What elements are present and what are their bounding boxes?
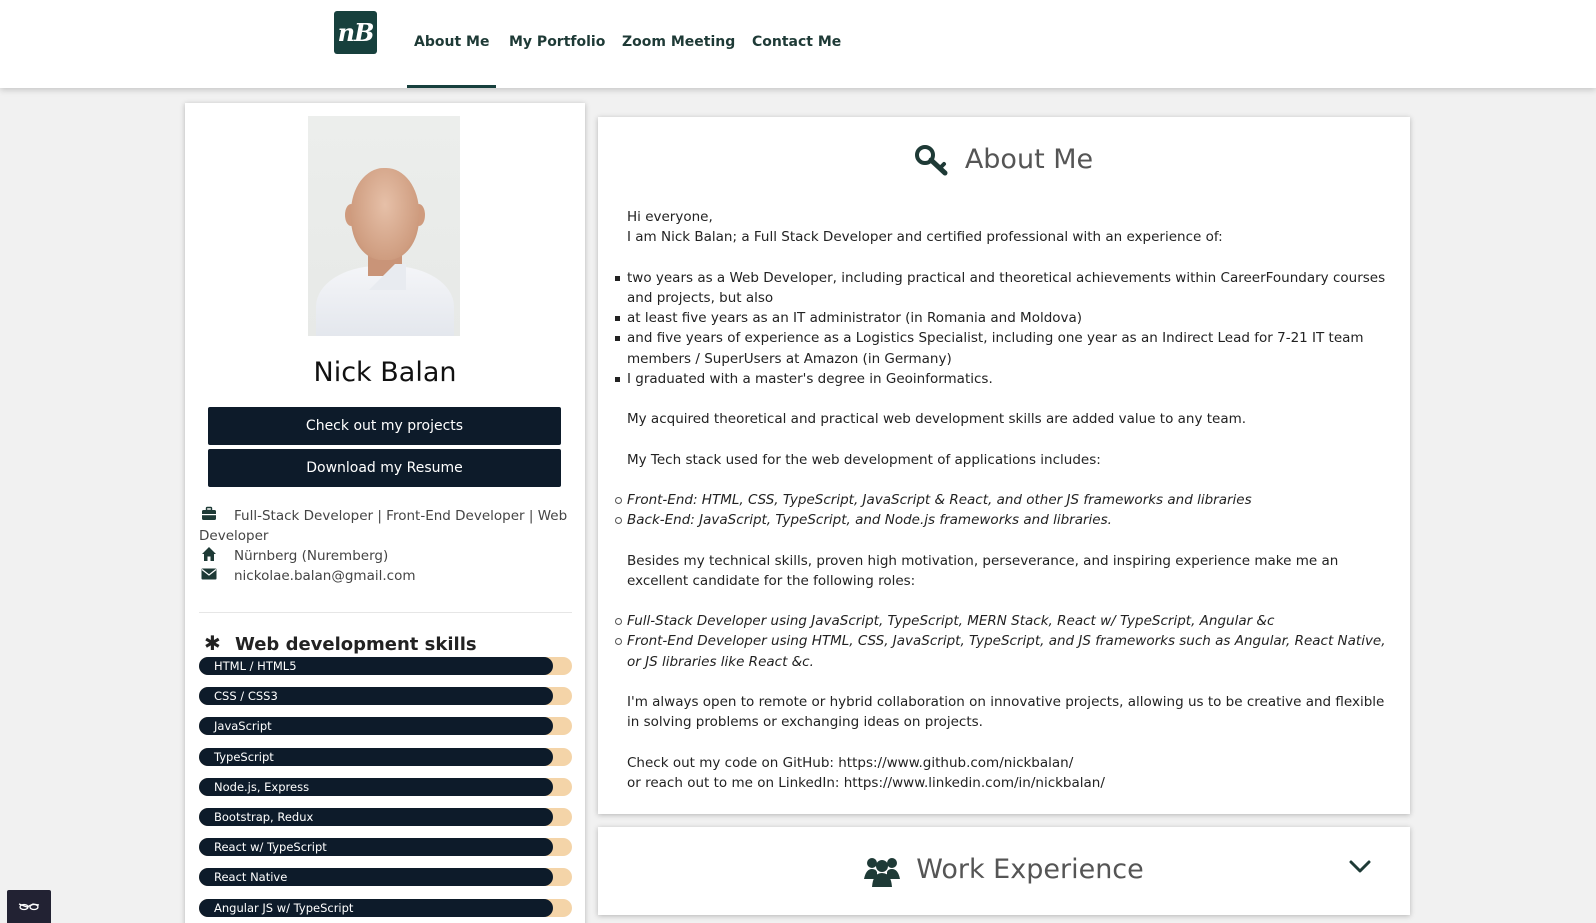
about-title: About Me	[964, 144, 1094, 175]
roles-list: Full-Stack Developer using JavaScript, T…	[615, 611, 1387, 672]
list-item: and five years of experience as a Logist…	[615, 328, 1387, 369]
github-link[interactable]: Check out my code on GitHub: https://www…	[627, 753, 1387, 773]
profile-roles: Full-Stack Developer | Front-End Develop…	[199, 508, 568, 544]
work-title: Work Experience	[916, 854, 1144, 885]
key-icon	[914, 144, 948, 175]
about-header: About Me	[598, 144, 1410, 177]
about-skills-value: My acquired theoretical and practical we…	[627, 411, 1247, 428]
skill-label: Angular JS w/ TypeScript	[214, 900, 354, 915]
list-item: Back-End: JavaScript, TypeScript, and No…	[615, 510, 1387, 530]
profile-card: Nick Balan Check out my projects Downloa…	[185, 103, 585, 923]
experience-list: two years as a Web Developer, including …	[615, 268, 1387, 390]
about-intro: I am Nick Balan; a Full Stack Developer …	[627, 229, 1223, 246]
about-greeting: Hi everyone,	[627, 209, 713, 225]
skill-bar: CSS / CSS3	[199, 687, 572, 706]
profile-name: Nick Balan	[313, 357, 457, 388]
accessibility-button[interactable]	[7, 890, 51, 923]
about-text: Hi everyone, I am Nick Balan; a Full Sta…	[615, 207, 1387, 793]
skill-bar: HTML / HTML5	[199, 657, 572, 675]
divider	[199, 612, 572, 613]
nav-contact-me[interactable]: Contact Me	[752, 34, 841, 88]
skill-label: CSS / CSS3	[214, 689, 278, 704]
asterisk-icon: ✱	[204, 631, 221, 655]
glasses-icon	[18, 903, 40, 911]
users-icon	[864, 857, 901, 887]
chevron-down-icon[interactable]	[1349, 859, 1371, 875]
skill-label: Node.js, Express	[214, 779, 310, 794]
skill-bar: React w/ TypeScript	[199, 838, 572, 857]
about-roles-intro: Besides my technical skills, proven high…	[627, 552, 1339, 589]
linkedin-link[interactable]: or reach out to me on LinkedIn: https://…	[627, 773, 1387, 793]
list-item: I graduated with a master's degree in Ge…	[615, 369, 1387, 389]
list-item: two years as a Web Developer, including …	[615, 268, 1387, 309]
about-collaboration: I'm always open to remote or hybrid coll…	[627, 694, 1385, 731]
work-header[interactable]: Work Experience	[598, 854, 1410, 887]
list-item: at least five years as an IT administrat…	[615, 308, 1387, 328]
profile-email[interactable]: nickolae.balan@gmail.com	[199, 566, 416, 586]
about-stack-intro: My Tech stack used for the web developme…	[627, 451, 1101, 468]
list-item: Front-End: HTML, CSS, TypeScript, JavaSc…	[615, 490, 1387, 510]
skill-bar: JavaScript	[199, 717, 572, 736]
list-item: Front-End Developer using HTML, CSS, Jav…	[615, 631, 1387, 672]
nav-my-portfolio[interactable]: My Portfolio	[509, 34, 605, 88]
list-item: Full-Stack Developer using JavaScript, T…	[615, 611, 1387, 631]
skill-label: React w/ TypeScript	[214, 840, 327, 855]
download-resume-button[interactable]: Download my Resume	[208, 449, 561, 487]
profile-photo	[308, 116, 460, 336]
nav-zoom-meeting[interactable]: Zoom Meeting	[622, 34, 735, 88]
skill-label: HTML / HTML5	[214, 659, 297, 673]
skill-bar: TypeScript	[199, 747, 572, 766]
skill-label: Bootstrap, Redux	[214, 810, 314, 824]
skill-label: TypeScript	[214, 749, 274, 764]
skills-title: Web development skills	[235, 634, 477, 655]
site-logo[interactable]: nB	[334, 11, 377, 54]
skill-label: React Native	[214, 870, 288, 885]
work-experience-card[interactable]: Work Experience	[598, 827, 1410, 915]
skill-label: JavaScript	[214, 719, 272, 734]
top-navbar: nB About Me My Portfolio Zoom Meeting Co…	[0, 0, 1596, 88]
check-projects-button[interactable]: Check out my projects	[208, 407, 561, 445]
about-me-card: About Me Hi everyone, I am Nick Balan; a…	[598, 117, 1410, 814]
profile-location: Nürnberg (Nuremberg)	[234, 548, 389, 564]
skill-bar: React Native	[199, 868, 572, 887]
nav-about-me[interactable]: About Me	[407, 34, 497, 88]
stack-list: Front-End: HTML, CSS, TypeScript, JavaSc…	[615, 490, 1387, 531]
skill-bar: Node.js, Express	[199, 777, 572, 796]
skill-bar: Angular JS w/ TypeScript	[199, 898, 572, 917]
skill-bar: Bootstrap, Redux	[199, 808, 572, 826]
